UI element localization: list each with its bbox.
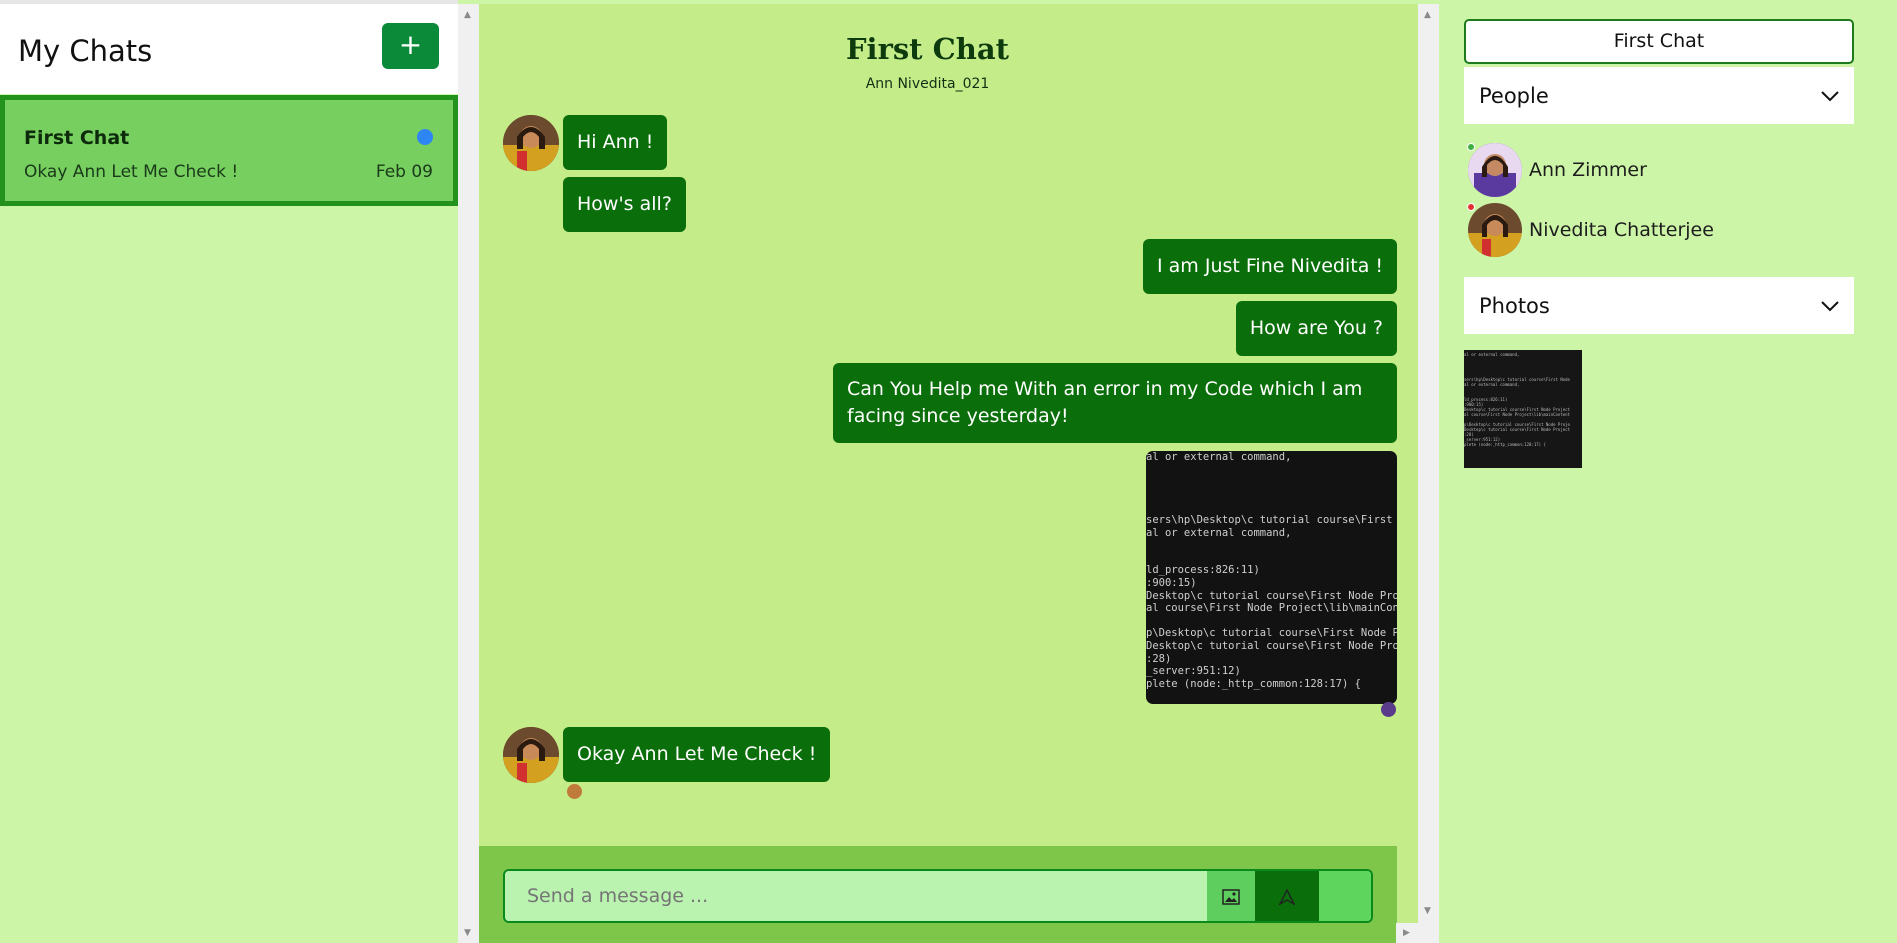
chat-details-panel: First Chat People Ann Zimmer Nivedita Ch… <box>1441 0 1897 943</box>
message-bubble: Can You Help me With an error in my Code… <box>833 363 1397 443</box>
composer-box <box>503 869 1373 923</box>
sender-avatar <box>503 115 559 171</box>
person-avatar <box>1468 143 1522 197</box>
chat-name-display[interactable]: First Chat <box>1464 19 1854 64</box>
chat-list-header: My Chats + <box>0 4 458 94</box>
send-button[interactable] <box>1255 871 1319 921</box>
sender-avatar <box>503 727 559 783</box>
image-icon <box>1222 886 1240 905</box>
people-section-header[interactable]: People <box>1464 67 1854 124</box>
read-receipt-avatar <box>567 784 582 799</box>
message-input[interactable] <box>505 871 1207 921</box>
chat-item-title: First Chat <box>24 127 130 149</box>
chat-item-last-message: Okay Ann Let Me Check ! <box>24 162 239 182</box>
chat-list-title: My Chats <box>18 34 153 68</box>
message-bubble: I am Just Fine Nivedita ! <box>1143 239 1397 294</box>
send-icon <box>1278 886 1296 906</box>
horizontal-scroll-arrow[interactable]: ▶ <box>1396 923 1418 943</box>
chat-item-date: Feb 09 <box>375 162 433 182</box>
read-receipt-avatar <box>1381 702 1396 717</box>
chevron-down-icon <box>1821 87 1839 106</box>
offline-status-dot <box>1467 203 1475 211</box>
message-composer <box>479 846 1397 943</box>
person-name: Ann Zimmer <box>1529 159 1647 181</box>
chat-list-scrollbar[interactable]: ▲ ▼ <box>458 4 479 943</box>
person-name: Nivedita Chatterjee <box>1529 219 1714 241</box>
conversation-members: Ann Nivedita_021 <box>865 76 990 92</box>
image-message-text: al or external command, sers\hp\Desktop\… <box>1146 451 1397 690</box>
conversation-panel: First Chat Ann Nivedita_021 Hi Ann ! How… <box>479 4 1418 943</box>
image-message[interactable]: al or external command, sers\hp\Desktop\… <box>1146 451 1397 704</box>
photos-section-title: Photos <box>1479 294 1550 318</box>
unread-indicator <box>417 129 433 145</box>
person-avatar <box>1468 203 1522 257</box>
photos-section-header[interactable]: Photos <box>1464 277 1854 334</box>
message-bubble: Okay Ann Let Me Check ! <box>563 727 831 782</box>
chevron-down-icon <box>1821 297 1839 316</box>
online-status-dot <box>1467 143 1475 151</box>
composer-extra-button[interactable] <box>1319 871 1371 921</box>
conversation-title: First Chat <box>845 32 1010 66</box>
chat-list-item[interactable]: First Chat Okay Ann Let Me Check ! Feb 0… <box>0 95 458 206</box>
message-bubble: Hi Ann ! <box>563 115 668 170</box>
people-section-title: People <box>1479 84 1549 108</box>
photo-thumbnail[interactable]: al or external command, sers\hp\Desktop\… <box>1464 350 1582 468</box>
new-chat-button[interactable]: + <box>382 23 439 69</box>
attach-image-button[interactable] <box>1207 871 1255 921</box>
message-bubble: How are You ? <box>1235 301 1397 356</box>
chat-list-panel: My Chats + First Chat Okay Ann Let Me Ch… <box>0 0 458 943</box>
message-bubble: How's all? <box>563 177 686 232</box>
conversation-scrollbar[interactable]: ▲ ▼ <box>1418 4 1439 943</box>
